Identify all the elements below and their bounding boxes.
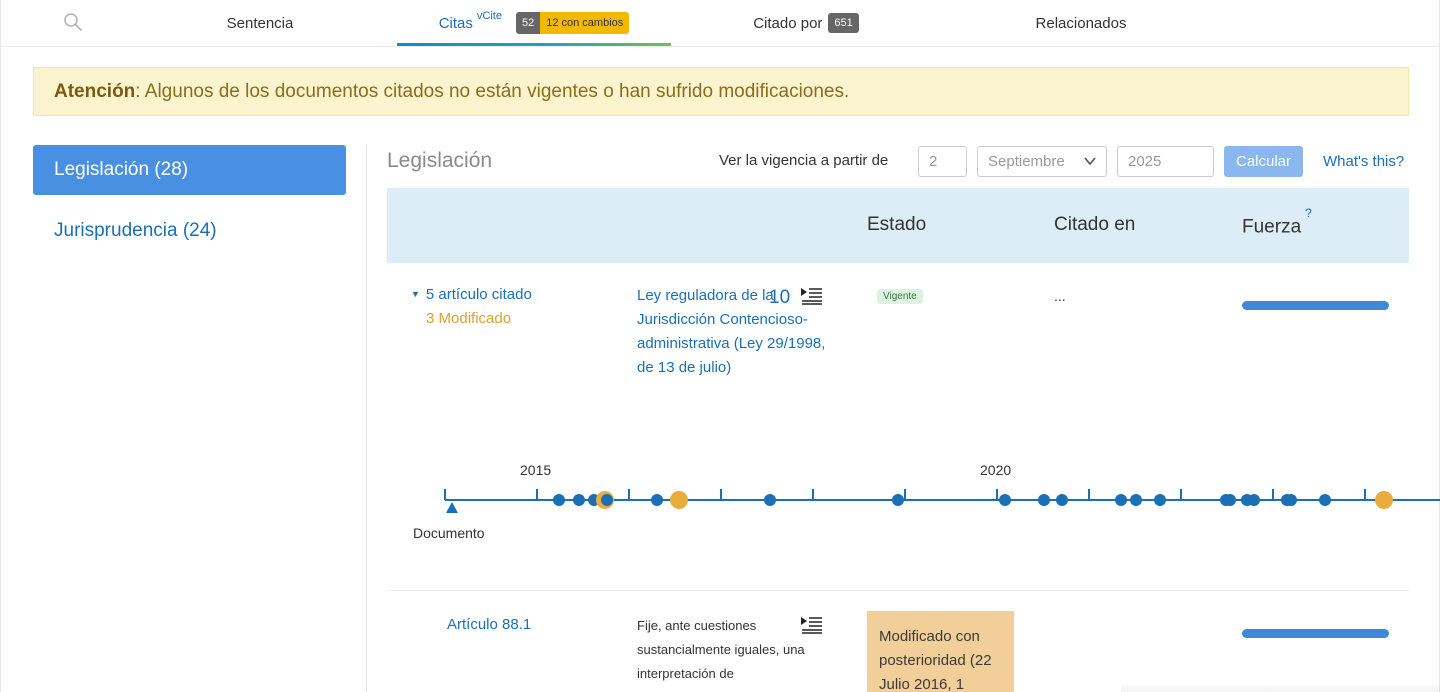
calcular-button[interactable]: Calcular [1224,146,1303,177]
row-separator [387,590,1409,591]
header-citado-en: Citado en [1054,214,1136,235]
sidebar-item-label: Legislación (28) [54,159,189,180]
timeline-event[interactable] [573,494,585,506]
table-header: Estado Citado en Fuerza? [387,188,1409,263]
day-input[interactable]: 2 [918,146,967,177]
timeline-event[interactable] [1319,494,1331,506]
year-value: 2025 [1128,153,1162,170]
sidebar-item-jurisprudencia[interactable]: Jurisprudencia (24) [54,220,217,242]
tab-citado-por[interactable]: Citado por 651 [731,0,881,46]
sidebar-divider [366,145,367,692]
scroll-shadow [1121,682,1440,692]
timeline-event-modified[interactable] [670,491,688,509]
timeline-event[interactable] [1115,494,1127,506]
document-marker-icon [446,502,458,513]
citado-por-count-badge: 651 [828,13,859,33]
tab-relacionados-label: Relacionados [1035,14,1127,32]
list-indent-icon[interactable] [801,616,823,634]
timeline-event[interactable] [1224,494,1236,506]
citas-count-badge: 52 [515,12,541,34]
status-modificado: Modificado con posterioridad (22 Julio 2… [867,611,1014,692]
vigencia-label: Ver la vigencia a partir de [719,152,889,169]
timeline-event[interactable] [651,494,663,506]
chevron-down-icon [1084,157,1096,166]
top-tab-bar: Sentencia Citas vCite 52 12 con cambios C… [1,0,1440,47]
app-frame: Sentencia Citas vCite 52 12 con cambios C… [0,0,1440,692]
status-badge-vigente: Vigente [877,289,923,304]
tab-citas-label: Citas [438,14,473,32]
timeline-event[interactable] [892,494,904,506]
active-tab-underline [397,43,671,46]
whats-this-link[interactable]: What's this? [1323,153,1404,170]
warning-alert: Atención: Algunos de los documentos cita… [33,67,1409,116]
tab-citas[interactable]: Citas vCite 52 12 con cambios [397,0,671,46]
header-fuerza-label: Fuerza [1242,216,1302,238]
modified-count: 3 Modificado [426,310,512,327]
timeline-event[interactable] [999,494,1011,506]
timeline-event[interactable] [601,494,613,506]
panel-title: Legislación [387,149,493,172]
timeline-event-modified[interactable] [1375,491,1393,509]
timeline-event[interactable] [764,494,776,506]
timeline-event[interactable] [1154,494,1166,506]
sidebar-item-legislacion[interactable]: Legislación (28) [33,145,346,195]
article-link[interactable]: Artículo 88.1 [447,616,531,633]
year-label-2015: 2015 [520,462,551,478]
header-fuerza: Fuerza? [1242,206,1312,238]
tab-citado-por-label: Citado por [753,14,823,32]
alert-text: : Algunos de los documentos citados no e… [135,80,850,102]
caret-down-icon: ▼ [411,289,420,299]
articles-cited-toggle[interactable]: ▼ 5 artículo citado [411,286,532,303]
timeline-event[interactable] [1248,494,1260,506]
citation-timeline: 2015 2020 [444,462,1440,513]
timeline-event[interactable] [1038,494,1050,506]
timeline-event[interactable] [1056,494,1068,506]
fuerza-bar [1242,301,1389,310]
citas-changes-badge: 12 con cambios [540,12,630,34]
header-estado: Estado [867,214,927,235]
tab-sentencia[interactable]: Sentencia [201,0,319,46]
month-select[interactable]: Septiembre [977,146,1107,177]
sidebar-item-label: Jurisprudencia (24) [54,220,217,241]
law-title-link[interactable]: Ley reguladora de la Jurisdicción Conten… [637,284,827,380]
timeline-event[interactable] [553,494,565,506]
day-value: 2 [929,153,938,170]
cited-in-ellipsis[interactable]: ... [1054,288,1066,304]
fuerza-bar [1242,629,1389,638]
year-input[interactable]: 2025 [1117,146,1214,177]
timeline-event[interactable] [1130,494,1142,506]
fuerza-help-icon[interactable]: ? [1305,206,1312,220]
articles-cited-label: 5 artículo citado [425,286,532,303]
timeline-event[interactable] [1285,494,1297,506]
month-value: Septiembre [988,153,1065,170]
vcite-superscript: vCite [476,10,502,22]
list-indent-icon[interactable] [801,287,823,305]
alert-strong: Atención [54,80,136,102]
tab-sentencia-label: Sentencia [226,14,294,32]
tab-relacionados[interactable]: Relacionados [1011,0,1151,46]
document-label: Documento [413,525,485,541]
year-label-2020: 2020 [980,462,1011,478]
article-excerpt: Fije, ante cuestiones sustancialmente ig… [637,618,805,681]
search-icon[interactable] [63,12,83,32]
citation-count: 10 [769,287,791,308]
